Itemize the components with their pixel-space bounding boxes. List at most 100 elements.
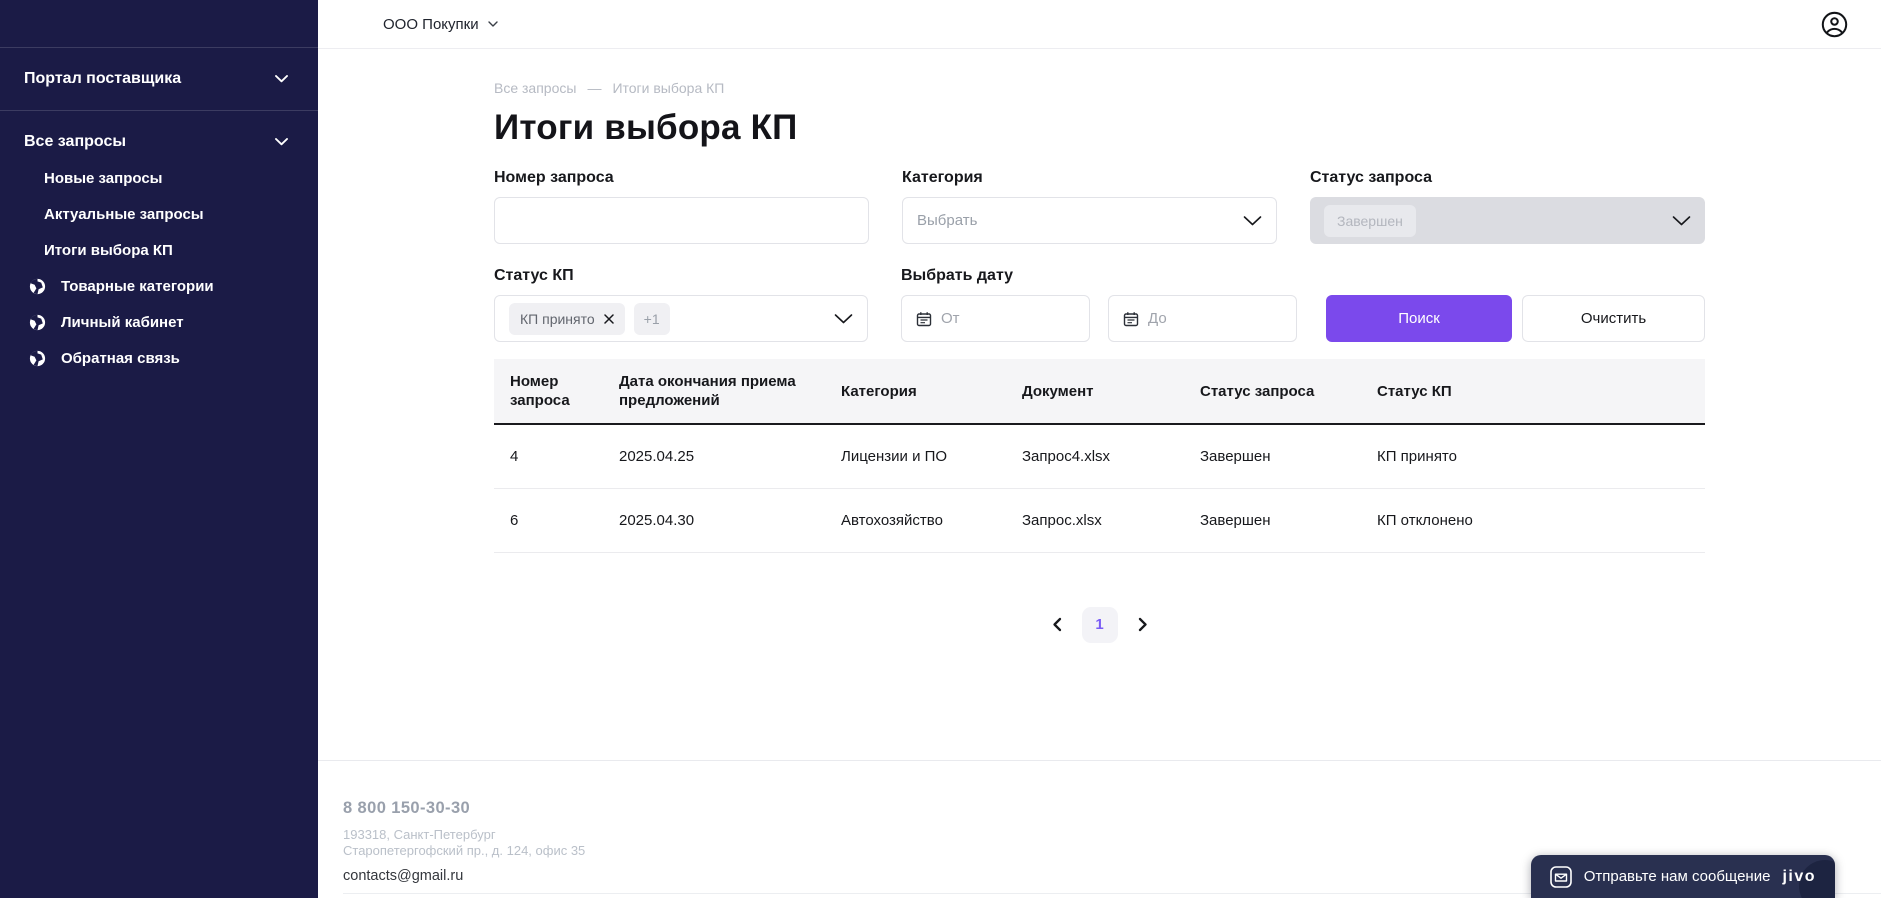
chevron-down-icon: [275, 138, 288, 146]
sidebar: Портал поставщика Все запросы Новые запр…: [0, 0, 318, 898]
cell-end-date: 2025.04.25: [619, 424, 841, 488]
chat-widget-message: Отправьте нам сообщение: [1584, 868, 1771, 885]
chat-widget-brand: jivo: [1782, 868, 1816, 886]
filters-panel: Номер запроса Категория Выбрать Стат: [494, 169, 1705, 342]
cell-request-status: Завершен: [1200, 488, 1377, 552]
kp-status-multiselect[interactable]: КП принято +1: [494, 295, 868, 342]
sidebar-item-label: Итоги выбора КП: [44, 242, 173, 259]
request-number-label: Номер запроса: [494, 169, 869, 187]
category-label: Категория: [902, 169, 1277, 187]
sidebar-header-spacer: [0, 0, 318, 48]
footer-phone: 8 800 150-30-30: [343, 799, 1881, 818]
sidebar-item-all-requests[interactable]: Все запросы: [0, 124, 318, 160]
chevron-down-icon: [834, 314, 853, 324]
sidebar-item-label: Товарные категории: [61, 278, 214, 295]
page-title: Итоги выбора КП: [494, 108, 1705, 148]
sidebar-item-label: Личный кабинет: [61, 314, 184, 331]
cell-category: Лицензии и ПО: [841, 424, 1022, 488]
sidebar-portal-label: Портал поставщика: [24, 70, 181, 88]
kp-status-chip-label: КП принято: [520, 311, 595, 327]
request-status-chip: Завершен: [1324, 205, 1416, 237]
sidebar-item-label: Обратная связь: [61, 350, 180, 367]
column-header: Статус КП: [1377, 359, 1705, 424]
breadcrumb-parent[interactable]: Все запросы: [494, 80, 576, 96]
pagination: 1: [494, 607, 1705, 643]
cell-document[interactable]: Запрос4.xlsx: [1022, 424, 1200, 488]
category-select[interactable]: Выбрать: [902, 197, 1277, 244]
sidebar-item-personal-account[interactable]: Личный кабинет: [0, 304, 318, 340]
date-from-input[interactable]: [941, 310, 1075, 327]
chat-widget-button[interactable]: Отправьте нам сообщение jivo: [1531, 855, 1835, 898]
chevron-down-icon: [488, 21, 498, 27]
filter-request-number: Номер запроса: [494, 169, 869, 244]
column-header: Статус запроса: [1200, 359, 1377, 424]
cell-request-status: Завершен: [1200, 424, 1377, 488]
sidebar-group-label: Все запросы: [24, 133, 126, 151]
request-number-input[interactable]: [509, 198, 854, 243]
remove-chip-icon[interactable]: [604, 314, 614, 324]
column-header: Дата окончания приема предложений: [619, 359, 841, 424]
globe-icon: [29, 314, 46, 331]
chevron-down-icon: [1672, 216, 1691, 226]
date-to-input[interactable]: [1148, 310, 1282, 327]
sidebar-item-feedback[interactable]: Обратная связь: [0, 340, 318, 376]
clear-button[interactable]: Очистить: [1522, 295, 1705, 342]
chevron-left-icon[interactable]: [1050, 617, 1065, 632]
table-row[interactable]: 4 2025.04.25 Лицензии и ПО Запрос4.xlsx …: [494, 424, 1705, 488]
filter-buttons: Поиск Очистить: [1326, 267, 1705, 342]
filter-kp-status: Статус КП КП принято +1: [494, 267, 868, 342]
cell-kp-status: КП принято: [1377, 424, 1705, 488]
calendar-icon: [1123, 311, 1139, 327]
chevron-right-icon[interactable]: [1135, 617, 1150, 632]
cell-kp-status: КП отклонено: [1377, 488, 1705, 552]
search-button[interactable]: Поиск: [1326, 295, 1512, 342]
date-range-label: Выбрать дату: [901, 267, 1297, 285]
sidebar-portal-toggle[interactable]: Портал поставщика: [0, 48, 318, 111]
filter-request-status: Статус запроса Завершен: [1310, 169, 1705, 244]
date-from-field[interactable]: [901, 295, 1090, 342]
cell-document[interactable]: Запрос.xlsx: [1022, 488, 1200, 552]
sidebar-item-new-requests[interactable]: Новые запросы: [0, 160, 318, 196]
table-row[interactable]: 6 2025.04.30 Автохозяйство Запрос.xlsx З…: [494, 488, 1705, 552]
chevron-down-icon: [1243, 216, 1262, 226]
cell-request-number: 6: [494, 488, 619, 552]
breadcrumb-current: Итоги выбора КП: [612, 80, 724, 96]
sidebar-links: Товарные категории Личный кабинет Обратн…: [0, 268, 318, 376]
filter-date-range: Выбрать дату: [901, 267, 1297, 342]
footer-address-line1: 193318, Санкт-Петербург: [343, 827, 1881, 843]
user-avatar-icon[interactable]: [1821, 11, 1848, 38]
topbar: ООО Покупки: [318, 0, 1881, 49]
company-selector[interactable]: ООО Покупки: [383, 16, 498, 33]
main-content: Все запросы — Итоги выбора КП Итоги выбо…: [318, 49, 1881, 643]
request-status-select: Завершен: [1310, 197, 1705, 244]
breadcrumb: Все запросы — Итоги выбора КП: [494, 80, 1705, 96]
table-header: Номер запроса Дата окончания приема пред…: [494, 359, 1705, 424]
column-header: Номер запроса: [494, 359, 619, 424]
app-root: Портал поставщика Все запросы Новые запр…: [0, 0, 1881, 898]
cell-end-date: 2025.04.30: [619, 488, 841, 552]
envelope-icon: [1550, 866, 1572, 888]
company-name: ООО Покупки: [383, 16, 479, 33]
date-to-field[interactable]: [1108, 295, 1297, 342]
sidebar-item-product-categories[interactable]: Товарные категории: [0, 268, 318, 304]
page-number[interactable]: 1: [1082, 607, 1118, 643]
breadcrumb-separator: —: [587, 80, 601, 96]
cell-category: Автохозяйство: [841, 488, 1022, 552]
sidebar-item-kp-results[interactable]: Итоги выбора КП: [0, 232, 318, 268]
globe-icon: [29, 278, 46, 295]
sidebar-submenu: Новые запросы Актуальные запросы Итоги в…: [0, 160, 318, 268]
column-header: Документ: [1022, 359, 1200, 424]
column-header: Категория: [841, 359, 1022, 424]
sidebar-item-label: Новые запросы: [44, 170, 162, 187]
sidebar-item-actual-requests[interactable]: Актуальные запросы: [0, 196, 318, 232]
results-table: Номер запроса Дата окончания приема пред…: [494, 359, 1705, 553]
category-placeholder: Выбрать: [917, 212, 977, 229]
globe-icon: [29, 350, 46, 367]
kp-status-chip: КП принято: [509, 303, 625, 335]
kp-status-label: Статус КП: [494, 267, 868, 285]
request-status-label: Статус запроса: [1310, 169, 1705, 187]
cell-request-number: 4: [494, 424, 619, 488]
sidebar-item-label: Актуальные запросы: [44, 206, 204, 223]
calendar-icon: [916, 311, 932, 327]
filter-category: Категория Выбрать: [902, 169, 1277, 244]
